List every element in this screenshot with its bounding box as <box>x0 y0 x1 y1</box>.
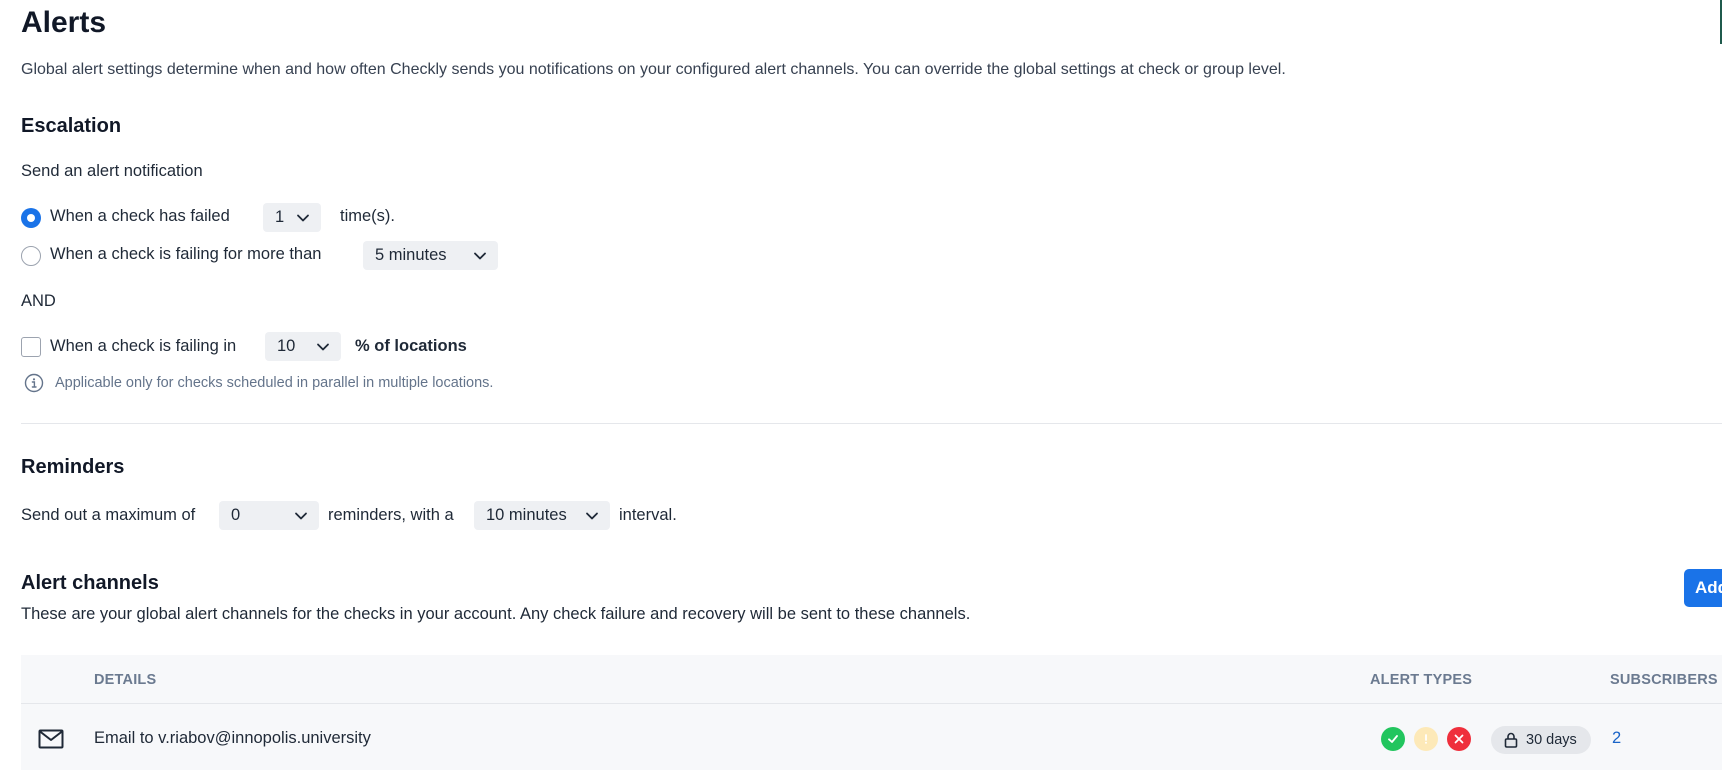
reminders-title: Reminders <box>21 456 125 478</box>
failure-alert-icon <box>1447 727 1471 751</box>
recovery-alert-icon <box>1381 727 1405 751</box>
ssl-expiry-value: 30 days <box>1526 732 1577 748</box>
chevron-down-icon <box>297 214 309 222</box>
failing-duration-select-value: 5 minutes <box>375 246 447 264</box>
location-percent-select-value: 10 <box>277 337 296 355</box>
radio-failed-times[interactable] <box>21 208 41 228</box>
radio-failed-times-label[interactable]: When a check has failed <box>50 207 230 226</box>
failing-duration-select[interactable]: 5 minutes <box>363 241 498 270</box>
reminders-prefix: Send out a maximum of <box>21 506 196 524</box>
escalation-title: Escalation <box>21 115 122 137</box>
subscribers-count-link[interactable]: 2 <box>1612 729 1621 748</box>
info-text: Applicable only for checks scheduled in … <box>55 375 494 391</box>
alert-channels-description: These are your global alert channels for… <box>21 605 971 623</box>
and-label: AND <box>21 292 56 310</box>
page-title: Alerts <box>21 6 107 39</box>
location-threshold-checkbox[interactable] <box>21 337 41 357</box>
location-threshold-label[interactable]: When a check is failing in <box>50 337 236 356</box>
channels-table-header: DETAILS ALERT TYPES SUBSCRIBERS <box>21 655 1722 704</box>
section-divider <box>21 423 1722 424</box>
table-row[interactable]: Email to v.riabov@innopolis.university 3… <box>21 704 1722 770</box>
ssl-expiry-badge: 30 days <box>1491 726 1591 754</box>
column-subscribers[interactable]: SUBSCRIBERS <box>1610 672 1718 688</box>
reminders-middle: reminders, with a <box>328 506 454 524</box>
reminders-count-select[interactable]: 0 <box>219 501 319 530</box>
radio-failing-duration-label[interactable]: When a check is failing for more than <box>50 245 321 264</box>
chevron-down-icon <box>586 512 598 520</box>
channel-details: Email to v.riabov@innopolis.university <box>94 729 371 747</box>
location-percent-suffix: % of locations <box>355 337 467 355</box>
escalation-subtitle: Send an alert notification <box>21 162 203 180</box>
alert-channels-title: Alert channels <box>21 572 159 594</box>
mail-icon <box>38 729 64 749</box>
add-channel-button[interactable]: Add <box>1684 569 1722 607</box>
radio-failing-duration[interactable] <box>21 246 41 266</box>
page-intro: Global alert settings determine when and… <box>21 61 1286 78</box>
failed-times-select[interactable]: 1 <box>263 203 321 232</box>
chevron-down-icon <box>317 343 329 351</box>
location-percent-select[interactable]: 10 <box>265 332 341 361</box>
reminders-suffix: interval. <box>619 506 677 524</box>
column-details[interactable]: DETAILS <box>94 672 156 688</box>
failed-times-suffix: time(s). <box>340 207 395 225</box>
lock-icon <box>1504 732 1518 748</box>
reminders-interval-select[interactable]: 10 minutes <box>474 501 610 530</box>
degraded-alert-icon <box>1414 727 1438 751</box>
chevron-down-icon <box>474 252 486 260</box>
chevron-down-icon <box>295 512 307 520</box>
failed-times-select-value: 1 <box>275 208 285 226</box>
info-icon <box>24 373 44 393</box>
column-alert-types[interactable]: ALERT TYPES <box>1370 672 1472 688</box>
reminders-interval-select-value: 10 minutes <box>486 506 567 524</box>
alerts-settings-page: Alerts Global alert settings determine w… <box>21 0 1722 770</box>
reminders-count-select-value: 0 <box>231 506 241 524</box>
